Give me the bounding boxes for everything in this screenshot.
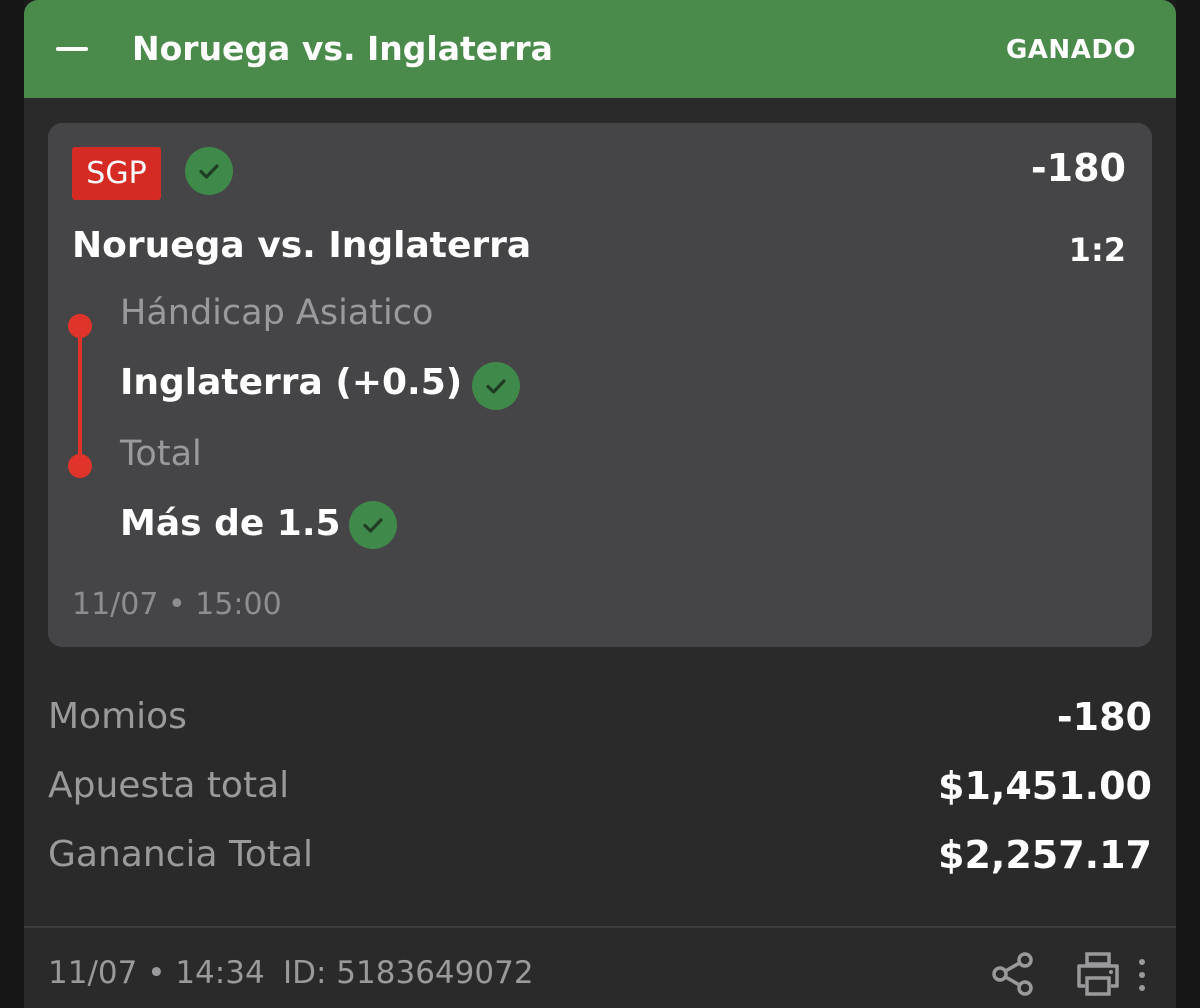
timeline-dot bbox=[68, 454, 92, 478]
bet-card: SGP -180 Noruega vs. Inglaterra 1:2 Hánd… bbox=[48, 123, 1152, 647]
leg-market: Hándicap Asiatico bbox=[120, 291, 433, 335]
odds-row: Momios -180 bbox=[48, 693, 1152, 741]
status-badge: GANADO bbox=[1006, 32, 1136, 68]
bet-id: ID: 5183649072 bbox=[283, 953, 534, 993]
check-icon bbox=[185, 147, 233, 195]
check-icon bbox=[472, 362, 520, 410]
collapse-icon[interactable] bbox=[56, 47, 88, 51]
stake-row: Apuesta total $1,451.00 bbox=[48, 762, 1152, 810]
leg-market: Total bbox=[120, 432, 202, 476]
bet-datetime: 11/07 • 14:34 bbox=[48, 953, 265, 993]
match-score: 1:2 bbox=[1069, 230, 1126, 270]
bet-header[interactable]: Noruega vs. Inglaterra GANADO bbox=[24, 0, 1176, 98]
payout-value: $2,257.17 bbox=[938, 831, 1152, 879]
bet-slip: Noruega vs. Inglaterra GANADO SGP -180 N… bbox=[24, 0, 1176, 1008]
event-date: 11/07 • 15:00 bbox=[72, 585, 282, 625]
header-title: Noruega vs. Inglaterra bbox=[132, 28, 553, 70]
background-right bbox=[1176, 0, 1200, 1008]
check-icon bbox=[349, 501, 397, 549]
timeline-dot bbox=[68, 314, 92, 338]
timeline-line bbox=[78, 325, 82, 465]
sgp-badge: SGP bbox=[72, 147, 161, 200]
leg-selection: Inglaterra (+0.5) bbox=[120, 361, 462, 405]
payout-row: Ganancia Total $2,257.17 bbox=[48, 831, 1152, 879]
payout-label: Ganancia Total bbox=[48, 831, 313, 879]
more-icon[interactable] bbox=[1132, 955, 1152, 995]
background-left bbox=[0, 0, 24, 1008]
leg-selection: Más de 1.5 bbox=[120, 502, 341, 546]
odds-label: Momios bbox=[48, 693, 187, 741]
print-icon[interactable] bbox=[1074, 951, 1122, 997]
divider bbox=[24, 926, 1176, 928]
stake-value: $1,451.00 bbox=[938, 762, 1152, 810]
stake-label: Apuesta total bbox=[48, 762, 289, 810]
odds-value: -180 bbox=[1057, 693, 1152, 741]
match-name: Noruega vs. Inglaterra bbox=[72, 224, 531, 268]
card-odds: -180 bbox=[1031, 147, 1126, 189]
share-icon[interactable] bbox=[990, 951, 1036, 997]
